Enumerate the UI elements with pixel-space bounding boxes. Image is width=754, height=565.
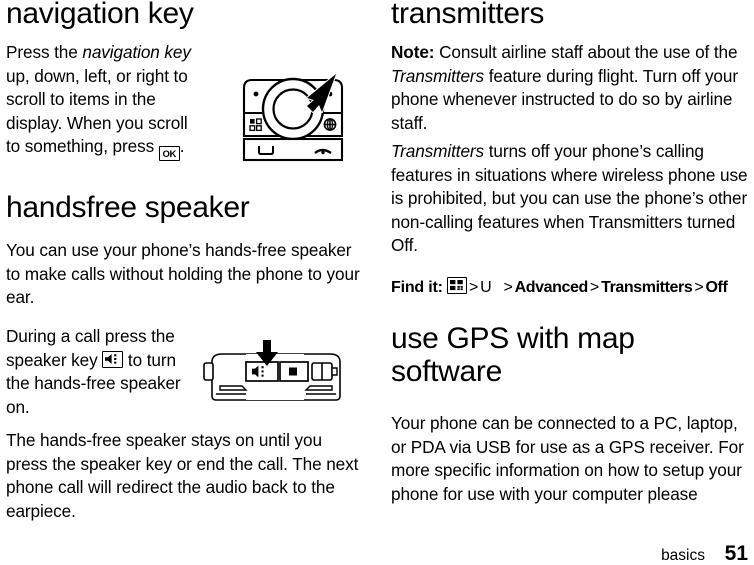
- footer-chapter-name: basics: [661, 547, 705, 564]
- find-it-step-off: Off: [705, 279, 728, 296]
- find-it-block: Find it: > U > Advanced > Transmitters > Off: [391, 277, 753, 299]
- handsfree-paragraph-1: You can use your phone’s hands-free spea…: [6, 240, 360, 308]
- navigation-key-paragraph: Press the navigation key up, down, left,…: [6, 41, 206, 162]
- find-it-separator-4: >: [694, 279, 704, 296]
- find-it-separator-2: >: [503, 279, 513, 296]
- navigation-key-illustration: [239, 66, 351, 173]
- handsfree-speaker-section: handsfree speaker: [6, 191, 368, 235]
- handsfree-paragraph-3-block: The hands-free speaker stays on until yo…: [6, 429, 368, 523]
- gps-body-block: Your phone can be connected to a PC, lap…: [391, 412, 753, 506]
- transmitters-heading: transmitters: [391, 0, 545, 30]
- find-it-path: Find it: > U > Advanced > Transmitters > Off: [391, 277, 753, 299]
- handsfree-paragraph-3: The hands-free speaker stays on until yo…: [6, 430, 359, 521]
- nav-paragraph-suffix: .: [179, 136, 185, 157]
- note-italic-term: Transmitters: [391, 65, 485, 86]
- handsfree-speaker-heading: handsfree speaker: [6, 191, 250, 224]
- ok-key-icon: OK: [158, 146, 180, 162]
- navigation-key-heading: navigation key: [6, 0, 194, 30]
- find-it-separator-3: >: [589, 279, 600, 296]
- nav-paragraph-italic: navigation key: [82, 42, 191, 62]
- gps-heading: use GPS with map software: [391, 322, 635, 388]
- manual-page: navigation key Press the navigation key …: [0, 0, 754, 565]
- find-it-step-transmitters: Transmitters: [601, 279, 693, 296]
- ok-key-icon-label: OK: [162, 148, 177, 160]
- navigation-key-paragraph-block: Press the navigation key up, down, left,…: [6, 41, 206, 172]
- transmitters-note-block: Note: Consult airline staff about the us…: [391, 41, 753, 146]
- handsfree-paragraph-1-block: You can use your phone’s hands-free spea…: [6, 239, 368, 321]
- find-it-separator-1: >: [468, 279, 479, 296]
- speaker-key-illustration: [190, 340, 362, 413]
- find-it-label: Find it:: [391, 279, 443, 296]
- transmitters-section: transmitters: [391, 0, 753, 41]
- transmitters-note: Note: Consult airline staff about the us…: [391, 41, 753, 135]
- handsfree-paragraph-2-block: During a call press the speaker key to t…: [6, 325, 191, 430]
- find-it-step-advanced: Advanced: [514, 279, 589, 296]
- nav-paragraph-middle: up, down, left, or right to scroll to it…: [6, 65, 188, 157]
- page-footer: basics 51: [0, 542, 754, 565]
- note-part-1: Consult airline staff about the use of t…: [434, 42, 738, 62]
- navigation-key-section: navigation key: [6, 0, 368, 41]
- handsfree-paragraph-2: During a call press the speaker key to t…: [6, 325, 191, 419]
- main-menu-key-icon: [446, 277, 467, 294]
- nav-paragraph-prefix: Press the: [6, 42, 83, 62]
- note-label: Note:: [391, 42, 435, 62]
- transmitters-body-italic-term: Transmitters: [391, 141, 485, 161]
- speaker-key-icon: [102, 350, 124, 368]
- transmitters-body: Transmitters turns off your phone’s call…: [391, 140, 753, 258]
- footer-page-number: 51: [724, 542, 748, 565]
- settings-key-glyph: U: [480, 279, 492, 296]
- gps-paragraph: Your phone can be connected to a PC, lap…: [391, 413, 744, 504]
- transmitters-body-block: Transmitters turns off your phone’s call…: [391, 140, 753, 269]
- gps-section: use GPS with map software: [391, 322, 753, 398]
